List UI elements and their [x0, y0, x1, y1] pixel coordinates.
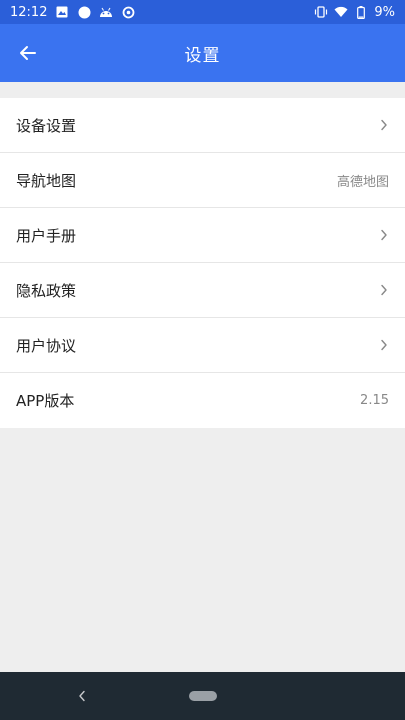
chevron-right-icon [379, 118, 389, 132]
status-left: 12:12 [10, 5, 135, 20]
sync-icon [121, 5, 135, 19]
wifi-icon [334, 5, 348, 19]
settings-item-right [379, 118, 389, 132]
nav-back-button[interactable] [72, 686, 92, 706]
settings-item-right: 高德地图 [337, 171, 389, 190]
chevron-right-icon [379, 338, 389, 352]
status-time: 12:12 [10, 4, 48, 20]
settings-item-right: 2.15 [360, 393, 389, 408]
battery-percentage: 9% [374, 4, 395, 20]
settings-item-right [379, 283, 389, 297]
settings-item-value: 2.15 [360, 393, 389, 408]
page-title: 设置 [184, 45, 221, 66]
status-bar: 12:12 9% [0, 0, 405, 24]
settings-item-app-version[interactable]: APP版本 2.15 [0, 373, 405, 428]
settings-item-label: 用户协议 [16, 336, 77, 355]
home-pill-icon[interactable] [188, 691, 217, 701]
settings-item-user-manual[interactable]: 用户手册 [0, 208, 405, 263]
settings-item-right [379, 338, 389, 352]
settings-item-navigation-map[interactable]: 导航地图 高德地图 [0, 153, 405, 208]
settings-item-privacy-policy[interactable]: 隐私政策 [0, 263, 405, 318]
back-button[interactable] [12, 37, 44, 69]
settings-item-label: 导航地图 [16, 171, 77, 190]
settings-item-user-agreement[interactable]: 用户协议 [0, 318, 405, 373]
system-nav-bar [0, 672, 405, 720]
settings-item-label: 用户手册 [16, 226, 77, 245]
settings-item-label: APP版本 [16, 392, 75, 410]
circle-notification-icon [77, 5, 91, 19]
settings-list: 设备设置 导航地图 高德地图 用户手册 隐私政策 用户协议 APP版本 2.15 [0, 98, 405, 428]
chevron-right-icon [379, 283, 389, 297]
status-right: 9% [314, 5, 395, 20]
settings-item-label: 设备设置 [16, 116, 77, 135]
app-bar: 设置 [0, 24, 405, 82]
vibrate-icon [314, 5, 328, 19]
battery-icon [354, 5, 368, 19]
image-icon [55, 5, 69, 19]
arrow-left-icon [19, 44, 37, 62]
settings-item-device[interactable]: 设备设置 [0, 98, 405, 153]
settings-item-label: 隐私政策 [16, 281, 77, 300]
android-icon [99, 5, 113, 19]
settings-item-right [379, 228, 389, 242]
settings-item-value: 高德地图 [336, 174, 389, 190]
chevron-left-icon [78, 690, 86, 702]
chevron-right-icon [379, 228, 389, 242]
